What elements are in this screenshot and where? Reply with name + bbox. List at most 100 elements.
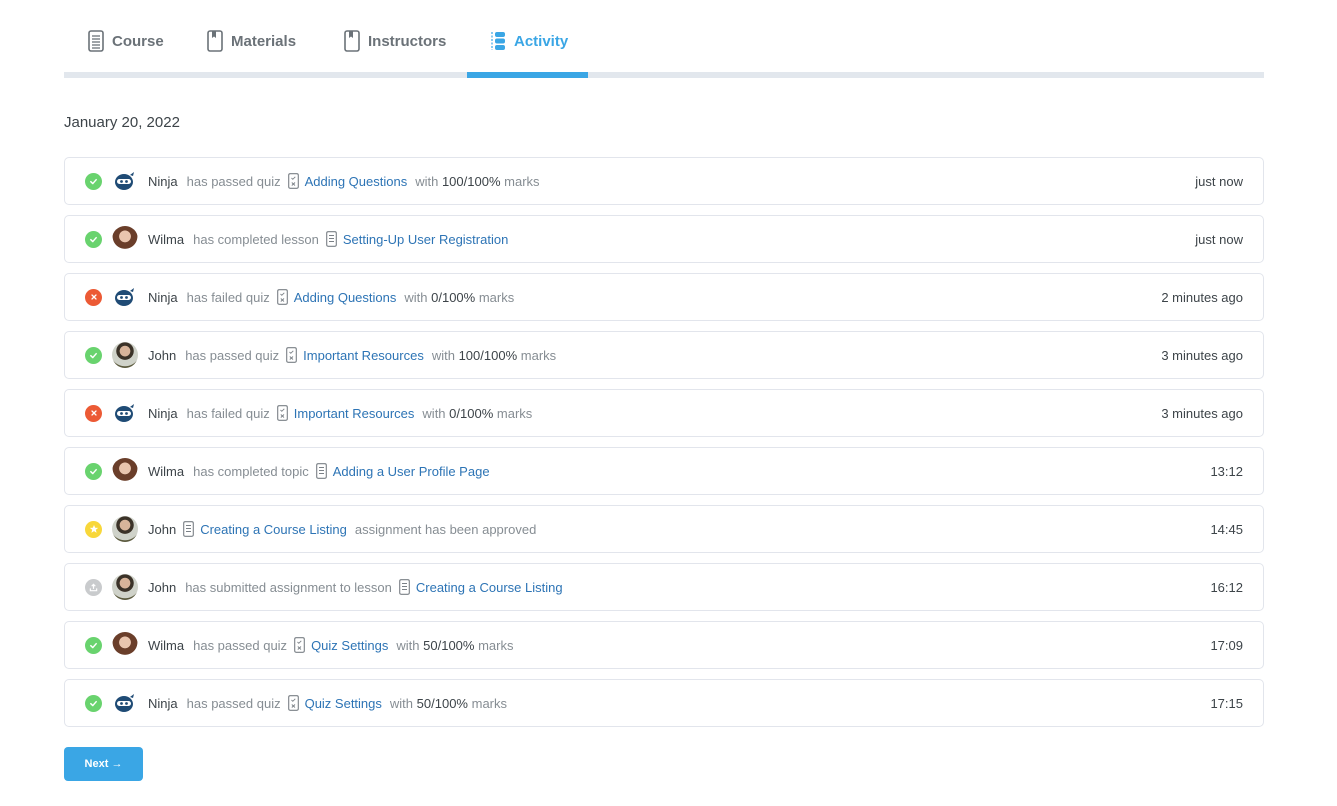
tab-materials[interactable]: Materials: [207, 26, 296, 56]
user-name: Ninja: [148, 173, 178, 189]
avatar: [112, 632, 138, 658]
activity-suffix: with 0/100% marks: [422, 406, 532, 421]
suffix-text: marks: [478, 637, 514, 653]
avatar: [112, 168, 138, 194]
avatar: [112, 284, 138, 310]
activity-item-link[interactable]: Quiz Settings: [311, 638, 388, 653]
avatar: [112, 574, 138, 600]
user-name: Ninja: [148, 405, 178, 421]
quiz-icon: [287, 695, 299, 711]
quiz-icon: [287, 173, 299, 189]
score: 0/100%: [431, 289, 476, 305]
activity-row: John Creating a Course Listing assignment …: [64, 505, 1264, 553]
tab-label: Activity: [514, 32, 569, 50]
tab-instructors[interactable]: Instructors: [344, 26, 446, 56]
tab-label: Course: [112, 32, 164, 50]
user-name: Ninja: [148, 289, 178, 305]
activity-item-link[interactable]: Quiz Settings: [305, 696, 382, 711]
check-circle-icon: [85, 462, 102, 480]
activity-verb: has passed quiz: [185, 347, 280, 363]
suffix-text: marks: [496, 405, 533, 421]
activity-date-heading: January 20, 2022: [64, 114, 180, 131]
check-circle-icon: [85, 694, 102, 712]
avatar: [112, 400, 138, 426]
avatar: [112, 342, 138, 368]
x-circle-icon: [85, 288, 102, 306]
activity-verb: has submitted assignment to lesson: [185, 579, 392, 595]
activity-verb: has completed topic: [193, 463, 309, 479]
activity-verb: has passed quiz: [186, 173, 281, 189]
x-circle-icon: [85, 404, 102, 422]
tab-label: Instructors: [368, 32, 447, 50]
lesson-icon: [399, 579, 410, 595]
suffix-text: with: [396, 637, 420, 653]
activity-row: Ninja has failed quiz Adding Questions with…: [64, 273, 1264, 321]
user-name: John: [148, 347, 177, 363]
user-name: Ninja: [148, 695, 178, 711]
avatar: [112, 226, 138, 252]
suffix-text: marks: [471, 695, 507, 711]
activity-suffix: assignment has been approved: [355, 522, 536, 537]
suffix-text: with: [404, 289, 428, 305]
suffix-text: with: [415, 173, 439, 189]
activity-time: 3 minutes ago: [1161, 347, 1243, 363]
tab-course[interactable]: Course: [88, 26, 164, 56]
score: 50/100%: [423, 637, 475, 653]
lesson-icon: [326, 231, 337, 247]
tab-activity[interactable]: Activity: [490, 26, 568, 56]
activity-row: Ninja has failed quiz Important Resources w…: [64, 389, 1264, 437]
activity-time: just now: [1195, 231, 1243, 247]
activity-time: 13:12: [1210, 463, 1243, 479]
activity-item-link[interactable]: Adding a User Profile Page: [333, 464, 490, 479]
activity-row: Ninja has passed quiz Adding Questions with…: [64, 157, 1264, 205]
activity-verb: has passed quiz: [193, 637, 288, 653]
user-name: Wilma: [148, 231, 185, 247]
activity-time: 3 minutes ago: [1161, 405, 1243, 421]
suffix-text: marks: [520, 347, 557, 363]
activity-time: 14:45: [1210, 521, 1243, 537]
document-icon: [88, 30, 104, 52]
activity-row: Wilma has completed topic Adding a User Pr…: [64, 447, 1264, 495]
score: 0/100%: [449, 405, 494, 421]
activity-item-link[interactable]: Adding Questions: [294, 290, 397, 305]
activity-time: 16:12: [1210, 579, 1243, 595]
activity-item-link[interactable]: Important Resources: [303, 348, 424, 363]
check-circle-icon: [85, 172, 102, 190]
activity-item-link[interactable]: Creating a Course Listing: [416, 580, 563, 595]
next-page-button[interactable]: Next →: [64, 747, 143, 781]
user-name: Wilma: [148, 463, 185, 479]
user-name: John: [148, 521, 177, 537]
activity-item-link[interactable]: Creating a Course Listing: [200, 522, 347, 537]
avatar: [112, 516, 138, 542]
suffix-text: assignment has been approved: [354, 521, 537, 537]
activity-time: 2 minutes ago: [1161, 289, 1243, 305]
suffix-text: marks: [478, 289, 515, 305]
suffix-text: marks: [504, 173, 540, 189]
user-name: Wilma: [148, 637, 185, 653]
upload-circle-icon: [85, 578, 102, 596]
activity-item-link[interactable]: Setting-Up User Registration: [343, 232, 508, 247]
activity-time: 17:15: [1210, 695, 1243, 711]
activity-list-icon: [490, 30, 506, 52]
activity-item-link[interactable]: Adding Questions: [305, 174, 408, 189]
avatar: [112, 458, 138, 484]
bookmark-book-icon: [207, 30, 223, 52]
score: 100/100%: [441, 173, 501, 189]
check-circle-icon: [85, 346, 102, 364]
activity-suffix: with 50/100% marks: [390, 696, 507, 711]
check-circle-icon: [85, 636, 102, 654]
activity-row: Wilma has completed lesson Setting-Up User…: [64, 215, 1264, 263]
tab-bar: Course Materials Instructors Activity: [64, 0, 1264, 78]
activity-row: Ninja has passed quiz Quiz Settings with 50…: [64, 679, 1264, 727]
activity-suffix: with 0/100% marks: [404, 290, 514, 305]
activity-verb: has completed lesson: [193, 231, 319, 247]
suffix-text: with: [389, 695, 414, 711]
activity-row: John has submitted assignment to lesson Cr…: [64, 563, 1264, 611]
activity-suffix: with 50/100% marks: [396, 638, 513, 653]
activity-time: just now: [1195, 173, 1243, 189]
activity-suffix: with 100/100% marks: [432, 348, 556, 363]
activity-item-link[interactable]: Important Resources: [294, 406, 415, 421]
tab-track: [64, 72, 1264, 78]
suffix-text: with: [422, 405, 446, 421]
activity-time: 17:09: [1210, 637, 1243, 653]
